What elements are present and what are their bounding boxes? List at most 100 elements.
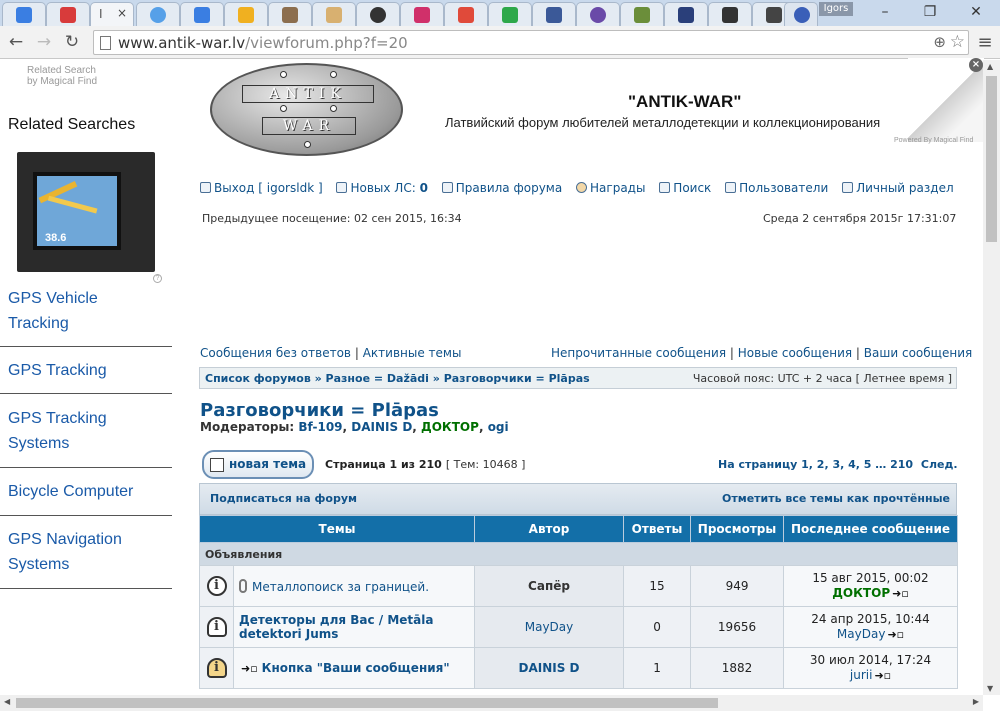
- scroll-right-icon[interactable]: ▶: [973, 697, 979, 706]
- tab-close-icon[interactable]: ×: [117, 6, 127, 20]
- ucp-link[interactable]: Личный раздел: [842, 181, 954, 195]
- moderator-link[interactable]: Bf-109: [298, 420, 342, 434]
- attachment-icon: [239, 578, 247, 593]
- close-ad-icon[interactable]: ×: [969, 58, 983, 72]
- letter-ss-icon: [502, 7, 518, 23]
- user-icon: [842, 182, 854, 193]
- scrollbar-thumb[interactable]: [16, 698, 718, 708]
- url-text[interactable]: www.antik-war.lv/viewforum.php?f=20: [118, 34, 408, 52]
- tab-7[interactable]: [268, 2, 312, 26]
- column-header-author[interactable]: Автор: [474, 515, 625, 543]
- tab-12[interactable]: [488, 2, 532, 26]
- unread-posts-link[interactable]: Непрочитанные сообщения: [551, 346, 726, 360]
- sidebar-link-gps-tracking-systems[interactable]: GPS Tracking Systems: [8, 406, 168, 456]
- moderator-link[interactable]: ogi: [488, 420, 509, 434]
- tab-5[interactable]: [180, 2, 224, 26]
- pagination-links: На страницу 1, 2, 3, 4, 5 … 210 След.: [718, 458, 958, 471]
- tab-14[interactable]: [576, 2, 620, 26]
- active-topics-link[interactable]: Активные темы: [363, 346, 462, 360]
- close-window-icon[interactable]: ✕: [966, 4, 986, 20]
- last-post-date: 30 июл 2014, 17:24: [809, 653, 932, 667]
- new-tab-button[interactable]: [784, 2, 818, 26]
- author-link[interactable]: Сапёр: [528, 579, 570, 593]
- minimize-icon[interactable]: –: [875, 4, 895, 20]
- logout-link[interactable]: Выход [ igorsldk ]: [200, 181, 323, 195]
- replies-count: 1: [623, 647, 692, 689]
- tab-8[interactable]: [312, 2, 356, 26]
- page-title[interactable]: Разговорчики = Plāpas: [200, 400, 439, 421]
- replies-count: 15: [623, 565, 692, 607]
- breadcrumb-path[interactable]: Список форумов » Разное = Dažādi » Разго…: [205, 372, 590, 385]
- goto-last-post-icon[interactable]: ➜▫: [874, 669, 891, 682]
- tab-13[interactable]: [532, 2, 576, 26]
- new-posts-link[interactable]: Новые сообщения: [738, 346, 852, 360]
- search-link[interactable]: Поиск: [659, 181, 711, 195]
- sidebar-link-gps-vehicle-tracking[interactable]: GPS Vehicle Tracking: [8, 286, 168, 336]
- topic-link[interactable]: Детекторы для Вас / Metāla detektori Jum…: [239, 613, 433, 641]
- tab-16[interactable]: [664, 2, 708, 26]
- tab-10[interactable]: [400, 2, 444, 26]
- goto-last-post-icon[interactable]: ➜▫: [892, 587, 909, 600]
- dog-icon: [722, 7, 738, 23]
- tab-2[interactable]: [46, 2, 90, 26]
- new-topic-button[interactable]: новая тема: [202, 450, 314, 479]
- tab-17[interactable]: [708, 2, 752, 26]
- next-page-link[interactable]: След.: [921, 458, 958, 471]
- scroll-up-icon[interactable]: ▲: [987, 62, 993, 71]
- members-link[interactable]: Пользователи: [725, 181, 828, 195]
- tab-6[interactable]: [224, 2, 268, 26]
- new-pm-link[interactable]: Новых ЛС: 0: [336, 181, 428, 195]
- tab-active[interactable]: I ×: [90, 2, 134, 26]
- moderator-link[interactable]: DAINIS D: [351, 420, 412, 434]
- menu-icon[interactable]: ≡: [977, 32, 993, 53]
- scroll-down-icon[interactable]: ▼: [987, 684, 993, 693]
- scrollbar-thumb[interactable]: [986, 76, 997, 242]
- sidebar-link-gps-tracking[interactable]: GPS Tracking: [8, 358, 168, 383]
- zoom-icon[interactable]: ⊕: [933, 33, 946, 51]
- site-logo[interactable]: ANTIK WAR: [210, 63, 403, 156]
- mark-read-link[interactable]: Отметить все темы как прочтённые: [722, 492, 950, 505]
- column-header-last-post[interactable]: Последнее сообщение: [783, 515, 959, 543]
- gps-device-image[interactable]: 38.6: [17, 152, 155, 272]
- topic-link[interactable]: Кнопка "Ваши сообщения": [262, 661, 450, 675]
- your-posts-link[interactable]: Ваши сообщения: [864, 346, 972, 360]
- new-topic-icon: [210, 458, 224, 472]
- announcement-icon: i: [206, 576, 227, 596]
- subscribe-forum-link[interactable]: Подписаться на форум: [210, 492, 357, 505]
- bookmark-star-icon[interactable]: ☆: [950, 32, 965, 52]
- rules-link[interactable]: Правила форума: [441, 181, 562, 195]
- sidebar-link-gps-navigation-systems[interactable]: GPS Navigation Systems: [8, 527, 168, 577]
- tab-strip: I × Igors – ❐ ✕: [0, 0, 1000, 26]
- address-bar[interactable]: www.antik-war.lv/viewforum.php?f=20 ⊕ ☆: [93, 30, 969, 55]
- last-post-author[interactable]: MayDay: [837, 627, 886, 641]
- tab-1[interactable]: [2, 2, 46, 26]
- horizontal-scrollbar[interactable]: ◀ ▶: [0, 695, 983, 711]
- reload-icon[interactable]: ↻: [62, 32, 82, 52]
- back-icon[interactable]: ←: [6, 32, 26, 52]
- column-header-replies[interactable]: Ответы: [623, 515, 692, 543]
- awards-link[interactable]: Награды: [576, 181, 645, 195]
- author-link[interactable]: DAINIS D: [519, 661, 580, 675]
- page-numbers[interactable]: 1, 2, 3, 4, 5 … 210: [801, 458, 913, 471]
- moderator-link[interactable]: ДОКТОР: [421, 420, 479, 434]
- author-link[interactable]: MayDay: [525, 620, 574, 634]
- sidebar-link-bicycle-computer[interactable]: Bicycle Computer: [8, 479, 168, 504]
- tab-4[interactable]: [136, 2, 180, 26]
- new-post-icon[interactable]: ➜▫: [241, 662, 258, 675]
- scroll-left-icon[interactable]: ◀: [4, 697, 10, 706]
- tab-9[interactable]: [356, 2, 400, 26]
- restore-icon[interactable]: ❐: [920, 4, 940, 20]
- info-icon[interactable]: ?: [153, 274, 162, 283]
- tab-11[interactable]: [444, 2, 488, 26]
- last-post-author[interactable]: jurii: [850, 668, 873, 682]
- column-header-views[interactable]: Просмотры: [690, 515, 785, 543]
- topic-link[interactable]: Металлопоиск за границей.: [252, 580, 429, 594]
- unanswered-posts-link[interactable]: Сообщения без ответов: [200, 346, 351, 360]
- vertical-scrollbar[interactable]: ▲ ▼: [983, 60, 1000, 695]
- forward-icon[interactable]: →: [34, 32, 54, 52]
- tab-15[interactable]: [620, 2, 664, 26]
- profile-badge[interactable]: Igors: [819, 2, 853, 16]
- goto-last-post-icon[interactable]: ➜▫: [887, 628, 904, 641]
- column-header-topics[interactable]: Темы: [198, 515, 476, 543]
- last-post-author[interactable]: ДОКТОР: [832, 586, 890, 600]
